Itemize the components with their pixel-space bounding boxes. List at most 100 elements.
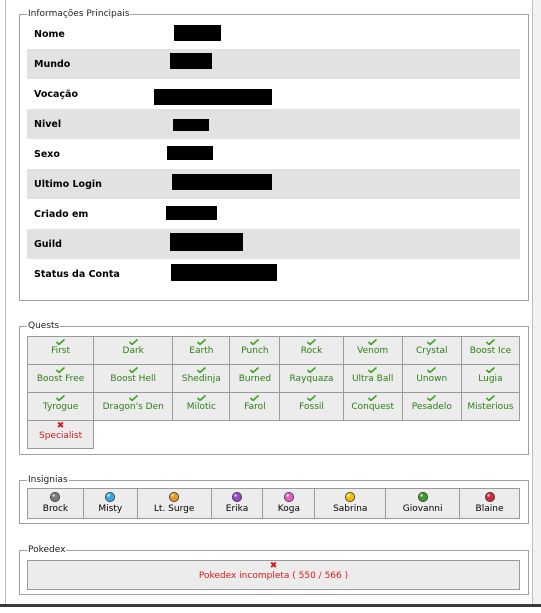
info-legend: Informações Principais [28, 9, 130, 19]
quest-cell: Dragon's Den [93, 392, 174, 421]
badge-cell: Giovanni [385, 488, 461, 519]
quest-name: Farol [244, 402, 266, 412]
badge-name: Erika [225, 504, 249, 514]
quest-cell: Pesadelo [401, 392, 462, 421]
quest-name: Rock [300, 346, 323, 356]
info-row-label: Guild [34, 239, 62, 250]
badge-name: Misty [98, 504, 123, 514]
insignias-table: Brock Misty Lt. Surge Erika Koga Sabrina Giova… [27, 488, 520, 519]
insignias-legend: Insignias [28, 475, 68, 485]
quest-name: Ultra Ball [351, 374, 394, 384]
check-icon [94, 367, 172, 373]
pokedex-status-cell: ✖ Pokedex incompleta ( 550 / 566 ) [27, 560, 520, 590]
info-row: Nome [27, 19, 520, 49]
badge-name: Koga [277, 504, 300, 514]
info-row: Mundo [27, 49, 520, 79]
info-row-label: Vocação [34, 89, 78, 100]
quests-legend: Quests [28, 321, 60, 331]
check-icon [280, 395, 342, 401]
empty-cell [280, 421, 343, 449]
quest-name: Unown [416, 374, 448, 384]
badge-name: Giovanni [402, 504, 443, 514]
quest-name: Burned [238, 374, 272, 384]
quest-cell: Crystal [401, 336, 462, 365]
right-gutter [533, 0, 541, 604]
info-row: Sexo [27, 139, 520, 169]
quest-cell: Boost Hell [93, 364, 174, 393]
quest-cell: Burned [229, 364, 281, 393]
check-icon [344, 395, 402, 401]
info-row-label: Status da Conta [34, 269, 120, 280]
quest-cell: ✖ Specialist [26, 420, 95, 449]
check-icon [280, 339, 342, 345]
quest-cell: Milotic [172, 392, 231, 421]
quest-name: Pesadelo [411, 402, 452, 412]
check-icon [230, 339, 279, 345]
quest-cell: Boost Ice [460, 336, 521, 365]
info-row: Ultimo Login [27, 169, 520, 199]
info-row-label: Ultimo Login [34, 179, 102, 190]
redacted-value [172, 174, 272, 190]
info-row: Vocação [27, 79, 520, 109]
quest-name: Rayquaza [289, 374, 334, 384]
quest-cell: Farol [229, 392, 281, 421]
badge-cell: Koga [262, 488, 316, 519]
badge-name: Brock [42, 504, 69, 514]
quests-table: First Dark Earth Punch Rock Venom Crystal Boost… [26, 336, 521, 449]
check-icon [403, 367, 461, 373]
empty-cell [173, 421, 230, 449]
redacted-value [174, 25, 221, 41]
quest-cell: First [26, 336, 95, 365]
pokedex-legend: Pokedex [28, 545, 66, 555]
info-row: Criado em [27, 199, 520, 229]
badge-cell: Brock [27, 488, 84, 519]
quest-cell: Ultra Ball [342, 364, 403, 393]
check-icon [403, 395, 461, 401]
quest-name: Lugia [478, 374, 503, 384]
info-row: Nivel [27, 109, 520, 139]
quest-name: Milotic [186, 402, 216, 412]
quest-cell: Boost Free [26, 364, 95, 393]
check-icon [344, 367, 402, 373]
redacted-value [166, 206, 217, 220]
empty-cell [461, 421, 519, 449]
earth-badge-icon [386, 491, 459, 503]
volcano-badge-icon [460, 491, 519, 503]
check-icon [403, 339, 461, 345]
quest-cell: Shedinja [172, 364, 231, 393]
badge-cell: Lt. Surge [136, 488, 212, 519]
check-icon [28, 367, 93, 373]
quest-name: Specialist [38, 431, 83, 441]
quest-cell: Rayquaza [279, 364, 344, 393]
quest-cell: Lugia [460, 364, 521, 393]
info-row-label: Nivel [34, 119, 62, 130]
quest-name: Boost Ice [469, 346, 512, 356]
info-row-label: Criado em [34, 209, 89, 220]
quest-name: Misterious [467, 402, 514, 412]
check-icon [462, 395, 519, 401]
info-row: Guild [27, 229, 520, 259]
quest-name: Fossil [299, 402, 324, 412]
soul-badge-icon [263, 491, 314, 503]
frame-bottom-border [0, 604, 541, 607]
quest-cell: Punch [229, 336, 281, 365]
quest-name: Earth [189, 346, 214, 356]
quest-cell: Misterious [460, 392, 521, 421]
badge-cell: Misty [82, 488, 138, 519]
check-icon [28, 339, 93, 345]
cross-icon: ✖ [56, 421, 65, 431]
badge-name: Sabrina [333, 504, 368, 514]
quest-cell: Venom [342, 336, 403, 365]
check-icon [462, 367, 519, 373]
quest-name: Dark [122, 346, 144, 356]
redacted-value [170, 53, 212, 69]
rainbow-badge-icon [212, 491, 263, 503]
check-icon [28, 395, 93, 401]
quest-cell: Fossil [279, 392, 344, 421]
check-icon [173, 395, 229, 401]
redacted-value [154, 89, 272, 105]
quest-name: Tyrogue [42, 402, 79, 412]
cascade-badge-icon [84, 491, 137, 503]
quest-cell: Conquest [342, 392, 403, 421]
redacted-value [171, 264, 277, 281]
